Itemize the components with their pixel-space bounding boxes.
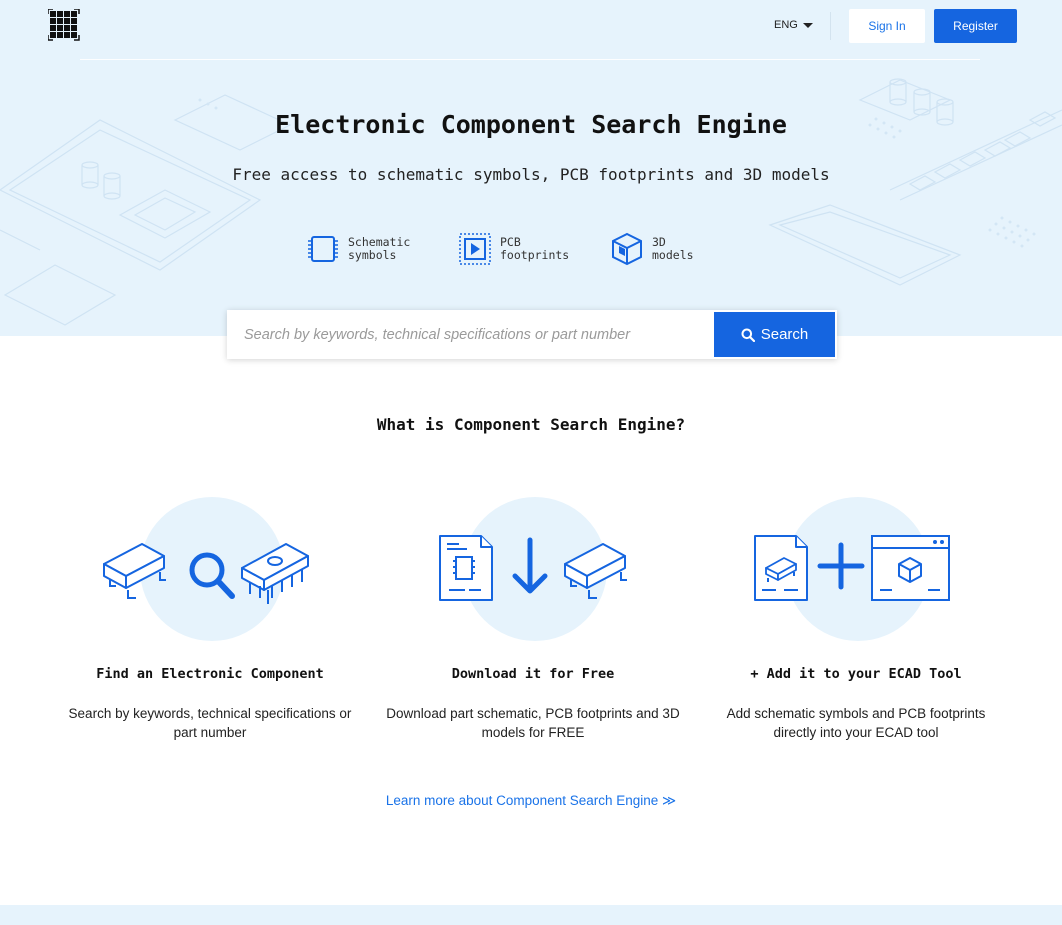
step-find-component: Find an Electronic Component Search by k… <box>50 490 370 750</box>
feature-schematic-symbols: Schematic symbols <box>306 232 410 266</box>
feature-label-3d: 3D models <box>652 235 694 262</box>
search-bar: Search <box>227 310 837 359</box>
search-icon <box>741 328 755 342</box>
register-button[interactable]: Register <box>934 9 1017 43</box>
language-label: ENG <box>774 19 798 31</box>
step-download-free: Download it for Free Download part schem… <box>373 490 693 750</box>
step-description: Add schematic symbols and PCB footprints… <box>726 706 986 740</box>
ecad-tool-illustration <box>754 535 950 601</box>
schematic-symbol-icon <box>308 236 338 262</box>
grid-logo-icon[interactable] <box>48 9 84 45</box>
search-button[interactable]: Search <box>714 312 835 357</box>
download-illustration <box>439 535 627 601</box>
header-divider <box>830 12 831 40</box>
sign-in-button[interactable]: Sign In <box>849 9 925 43</box>
step-title: Download it for Free <box>451 666 615 682</box>
learn-more-link[interactable]: Learn more about Component Search Engine… <box>0 793 1062 809</box>
header-underline <box>80 59 980 60</box>
feature-3d-models: 3D models <box>610 232 694 266</box>
pcb-footprint-icon <box>459 233 491 265</box>
top-navigation-bar: ENG Sign In Register <box>0 0 1062 60</box>
language-selector[interactable]: ENG <box>774 19 813 31</box>
hero-title: Electronic Component Search Engine <box>275 110 787 139</box>
3d-model-cube-icon <box>612 232 642 266</box>
caret-down-icon <box>802 22 813 28</box>
step-description: Download part schematic, PCB footprints … <box>386 706 680 740</box>
step-title: Find an Electronic Component <box>96 666 324 682</box>
hero-subtitle: Free access to schematic symbols, PCB fo… <box>232 165 830 184</box>
feature-pcb-footprints: PCB footprints <box>458 232 569 266</box>
step-description: Search by keywords, technical specificat… <box>68 706 352 740</box>
section-title: What is Component Search Engine? <box>376 415 686 434</box>
feature-label-schematic: Schematic symbols <box>348 235 411 262</box>
search-button-label: Search <box>760 326 809 343</box>
search-input[interactable] <box>227 310 714 359</box>
hero-section: ENG Sign In Register Electronic Componen… <box>0 0 1062 336</box>
step-title: + Add it to your ECAD Tool <box>750 666 962 682</box>
footer-band <box>0 905 1062 925</box>
find-component-illustration <box>103 543 309 604</box>
step-add-ecad-tool: + Add it to your ECAD Tool Add schematic… <box>696 490 1016 750</box>
feature-label-pcb: PCB footprints <box>500 235 570 262</box>
